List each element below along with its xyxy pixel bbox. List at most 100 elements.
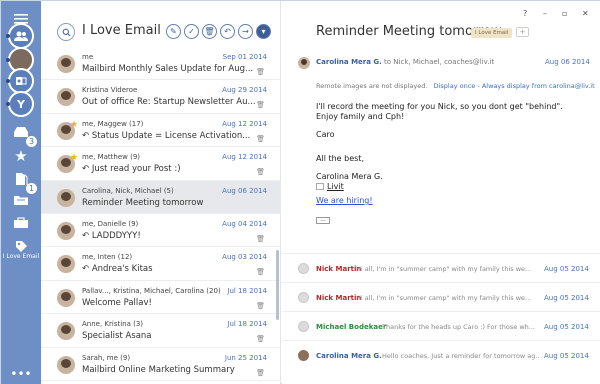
list-item[interactable]: Anne, Kristina (3) Jul 18 2014 Specialis… (41, 314, 281, 348)
trash-icon[interactable]: 🗑 (256, 101, 265, 109)
trash-icon[interactable]: 🗑 (256, 68, 265, 76)
thread-date: Aug 05 2014 (544, 294, 589, 302)
search-icon[interactable] (57, 23, 75, 41)
reply-icon[interactable]: ↶ (220, 24, 235, 39)
to-line: to Nick, Michael, coaches@liv.it (384, 58, 495, 66)
reply-icon: ↶ (82, 230, 92, 241)
message-date: Aug 04 2014 (222, 219, 267, 228)
message-sender: me, Inten (12) (82, 253, 133, 262)
list-item[interactable]: Pallav..., Kristina, Michael, Carolina (… (41, 281, 281, 315)
list-item-selected[interactable]: Carolina, Nick, Michael (5) Aug 06 2014 … (41, 180, 281, 214)
message-sender: Anne, Kristina (3) (82, 320, 144, 329)
message-date: Aug 12 2014 (222, 119, 267, 128)
hiring-link[interactable]: We are hiring! (316, 196, 373, 205)
reading-pane: ? – ▫ ✕ Reminder Meeting tomorrow I Love… (282, 1, 600, 384)
list-item[interactable]: ★ me, Matthew (9) Aug 12 2014 ↶ Just rea… (41, 147, 281, 181)
body-line: Enjoy family and Cph! (316, 112, 405, 121)
more-icon[interactable]: ••• (8, 361, 34, 384)
thread-sender: Carolina Mera G. (316, 352, 382, 360)
list-item[interactable]: Kristina Videroe Aug 29 2014 Out of offi… (41, 80, 281, 114)
trash-icon[interactable]: 🗑 (256, 369, 265, 377)
message-date: Jun 25 2014 (224, 353, 267, 362)
message-subject: ↶ Status Update = License Activation... (82, 131, 262, 141)
active-indicator (6, 58, 10, 62)
message-date: Jul 18 2014 (227, 320, 267, 329)
active-indicator (6, 79, 10, 83)
notice-text: Remote images are not displayed. (316, 82, 428, 90)
help-button[interactable]: ? (523, 9, 527, 18)
signature-link[interactable]: Livit (316, 182, 344, 192)
thread-date: Aug 05 2014 (544, 352, 589, 360)
thread-item[interactable]: Michael Bodekaer Thanks for the heads up… (282, 311, 600, 340)
trash-icon[interactable]: 🗑 (256, 335, 265, 343)
thread-item[interactable]: Nick Martin Hi all, I'm in "summer camp"… (282, 253, 600, 282)
message-subject: Mailbird Monthly Sales Update for Aug... (82, 64, 254, 74)
trash-icon[interactable]: 🗑 (256, 135, 265, 143)
display-always-link[interactable]: Always display from carolina@liv.it (482, 82, 595, 90)
message-list-panel: I Love Email ✎ ✓ 🗑 ↶ → ▾ me Sep 01 2014 … (41, 1, 281, 384)
message-sender: Carolina, Nick, Michael (5) (82, 186, 174, 195)
inbox-icon[interactable]: 3 (8, 119, 37, 147)
star-icon[interactable]: ★ (70, 153, 78, 163)
message-subject: Reminder Meeting tomorrow (82, 197, 204, 208)
message-date: Sep 01 2014 (222, 53, 267, 61)
minimize-button[interactable]: – (543, 9, 547, 18)
message-subject: Mailbird Online Marketing Summary (82, 364, 235, 375)
sender-avatar (57, 55, 75, 73)
list-item[interactable]: me, Inten (12) Aug 03 2014 ↶ Andrea's Ki… (41, 247, 281, 281)
signature-company: Livit (327, 182, 344, 191)
list-item[interactable]: me, Danielle (9) Aug 04 2014 ↶ LADDDYYY!… (41, 214, 281, 248)
list-item[interactable]: Sarah, me (9) Jun 25 2014 Mailbird Onlin… (41, 348, 281, 381)
list-item[interactable]: ★ me, Maggew (17) Aug 12 2014 ↶ Status U… (41, 114, 281, 148)
message-subject: ↶ Andrea's Kitas (82, 264, 262, 274)
sender-avatar (298, 263, 309, 274)
from-name[interactable]: Carolina Mera G. (316, 58, 382, 66)
body-line: Caro (316, 130, 335, 139)
thread-item[interactable]: Carolina Mera G. Hello coaches, Just a r… (282, 340, 600, 369)
tag-label[interactable]: I Love Email (1, 253, 41, 260)
close-button[interactable]: ✕ (582, 9, 589, 18)
compose-icon[interactable]: ✎ (166, 24, 181, 39)
maximize-button[interactable]: ▫ (562, 9, 567, 18)
message-subject-text: Status Update = License Activation... (91, 130, 251, 141)
sender-avatar (57, 355, 75, 374)
sender-avatar (57, 221, 75, 240)
show-quoted-button[interactable]: ... (316, 217, 330, 224)
message-subject: ↶ Just read your Post :) (82, 164, 262, 174)
mail-app-window: Y 3 ★ 1 I Love Email ••• I Love Email ✎ … (0, 0, 600, 384)
thread-item[interactable]: Nick Martin Hi all, I'm in "summer camp"… (282, 282, 600, 311)
check-icon[interactable]: ✓ (184, 24, 199, 39)
add-tag-button[interactable]: + (516, 27, 529, 37)
thread-date: Aug 05 2014 (544, 265, 589, 273)
sender-avatar (57, 188, 75, 207)
trash-icon[interactable]: 🗑 (256, 302, 265, 310)
trash-icon[interactable]: 🗑 (256, 235, 265, 243)
thread-sender: Michael Bodekaer (316, 323, 387, 331)
reply-icon: ↶ (82, 264, 92, 275)
delete-icon[interactable]: 🗑 (202, 24, 217, 39)
star-icon[interactable]: ★ (70, 120, 78, 130)
list-scrollbar[interactable] (276, 250, 279, 320)
list-item[interactable]: me Sep 01 2014 Mailbird Monthly Sales Up… (41, 47, 281, 81)
reply-icon: ↶ (82, 130, 92, 141)
yahoo-icon[interactable]: Y (6, 91, 34, 117)
active-indicator (6, 34, 10, 38)
email-tag[interactable]: I Love Email (471, 28, 513, 38)
message-date: Aug 03 2014 (222, 253, 267, 262)
message-sender: Sarah, me (9) (82, 353, 131, 362)
sender-avatar (298, 321, 309, 332)
list-toolbar: ✎ ✓ 🗑 ↶ → ▾ (166, 24, 271, 39)
sender-avatar (57, 255, 75, 274)
dropdown-icon[interactable]: ▾ (256, 24, 271, 39)
trash-icon[interactable]: 🗑 (256, 268, 265, 276)
display-once-link[interactable]: Display once (434, 82, 476, 90)
message-date: Aug 06 2014 (222, 186, 267, 195)
thread-snippet: Hi all, I'm in "summer camp" with my fam… (356, 294, 532, 302)
email-date: Aug 06 2014 (545, 58, 590, 66)
reply-icon: ↶ (82, 164, 92, 175)
message-sender: Pallav..., Kristina, Michael, Carolina (… (82, 286, 221, 295)
trash-icon[interactable]: 🗑 (256, 168, 265, 176)
contacts-icon[interactable] (6, 23, 34, 49)
forward-icon[interactable]: → (238, 24, 253, 39)
body-line: I'll record the meeting for you Nick, so… (316, 102, 563, 111)
